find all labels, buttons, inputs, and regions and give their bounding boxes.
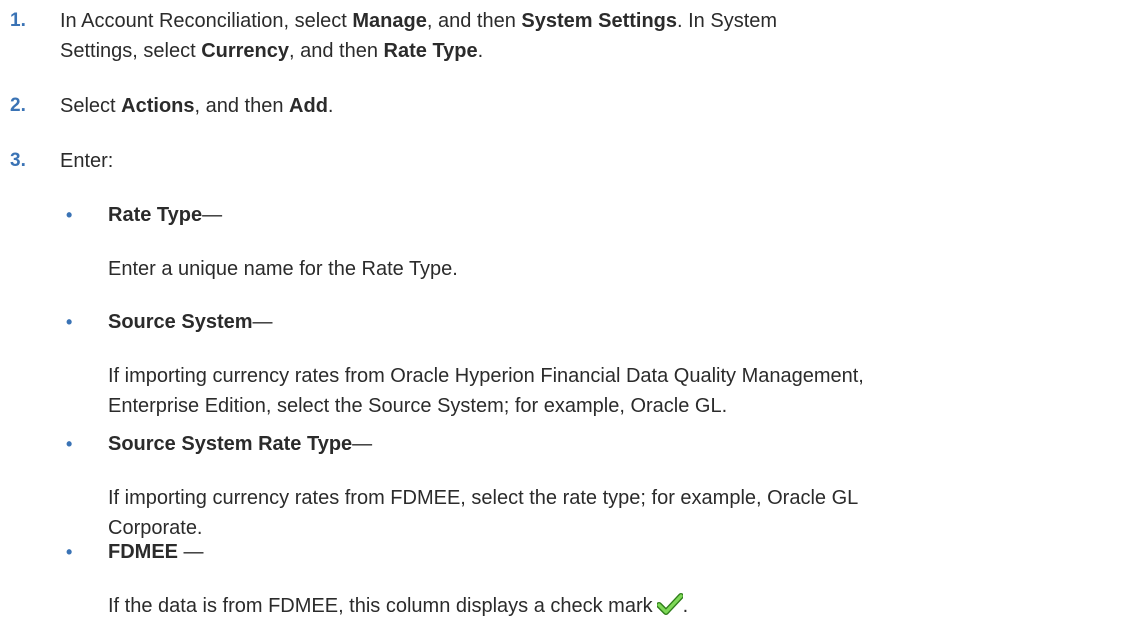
field-description: If importing currency rates from FDMEE, … (108, 483, 1108, 543)
field-description-line: Enterprise Edition, select the Source Sy… (108, 395, 728, 417)
step-keyword: Actions (121, 95, 195, 117)
field-description-line: If importing currency rates from Oracle … (108, 365, 864, 387)
field-title-dash: — (202, 204, 223, 226)
step-text-segment: . (477, 40, 484, 62)
step-text: In Account Reconciliation, select Manage… (60, 6, 1100, 66)
field-title-dash: — (252, 311, 273, 333)
bullet-icon: • (66, 205, 73, 225)
field-description-line: If importing currency rates from FDMEE, … (108, 487, 859, 509)
field-description: If the data is from FDMEE, this column d… (108, 591, 1108, 624)
step-text-segment: Settings, select (60, 40, 202, 62)
step-text-segment: Enter: (60, 150, 114, 172)
field-title-dash: — (352, 433, 373, 455)
step-keyword: Manage (352, 10, 427, 32)
step-keyword: Currency (201, 40, 289, 62)
step-number: 1. (10, 10, 26, 31)
field-title: Rate Type— (108, 200, 222, 230)
bullet-icon: • (66, 434, 73, 454)
field-title-dash: — (178, 541, 204, 563)
field-description: Enter a unique name for the Rate Type. (108, 254, 1108, 284)
field-title: Source System— (108, 307, 273, 337)
step-text-segment: . (327, 95, 334, 117)
field-title-text: Source System Rate Type (108, 433, 353, 455)
step-text-segment: , and then (426, 10, 522, 32)
step-number: 3. (10, 150, 26, 171)
step-keyword: Add (289, 95, 328, 117)
bullet-icon: • (66, 312, 73, 332)
field-description-line: Enter a unique name for the Rate Type. (108, 258, 458, 280)
step-text-segment: In Account Reconciliation, select (60, 10, 353, 32)
step-keyword: Rate Type (383, 40, 478, 62)
step-text-segment: . In System (677, 10, 778, 32)
field-title: Source System Rate Type— (108, 429, 372, 459)
bullet-icon: • (66, 542, 73, 562)
step-text-segment: , and then (289, 40, 384, 62)
field-title-text: Source System (108, 311, 253, 333)
field-description-line: If the data is from FDMEE, this column d… (108, 595, 653, 617)
step-text: Enter: (60, 146, 1100, 176)
step-text: Select Actions, and then Add. (60, 91, 1100, 121)
field-description-period: . (682, 595, 689, 617)
field-description-line: Corporate. (108, 517, 203, 539)
field-title: FDMEE — (108, 537, 204, 567)
step-text-segment: Select (60, 95, 122, 117)
field-title-text: Rate Type (108, 204, 203, 226)
field-description: If importing currency rates from Oracle … (108, 361, 1108, 421)
step-number: 2. (10, 95, 26, 116)
step-keyword: System Settings (521, 10, 677, 32)
field-title-text: FDMEE (108, 541, 178, 563)
check-mark-icon (655, 593, 684, 624)
step-text-segment: , and then (194, 95, 290, 117)
